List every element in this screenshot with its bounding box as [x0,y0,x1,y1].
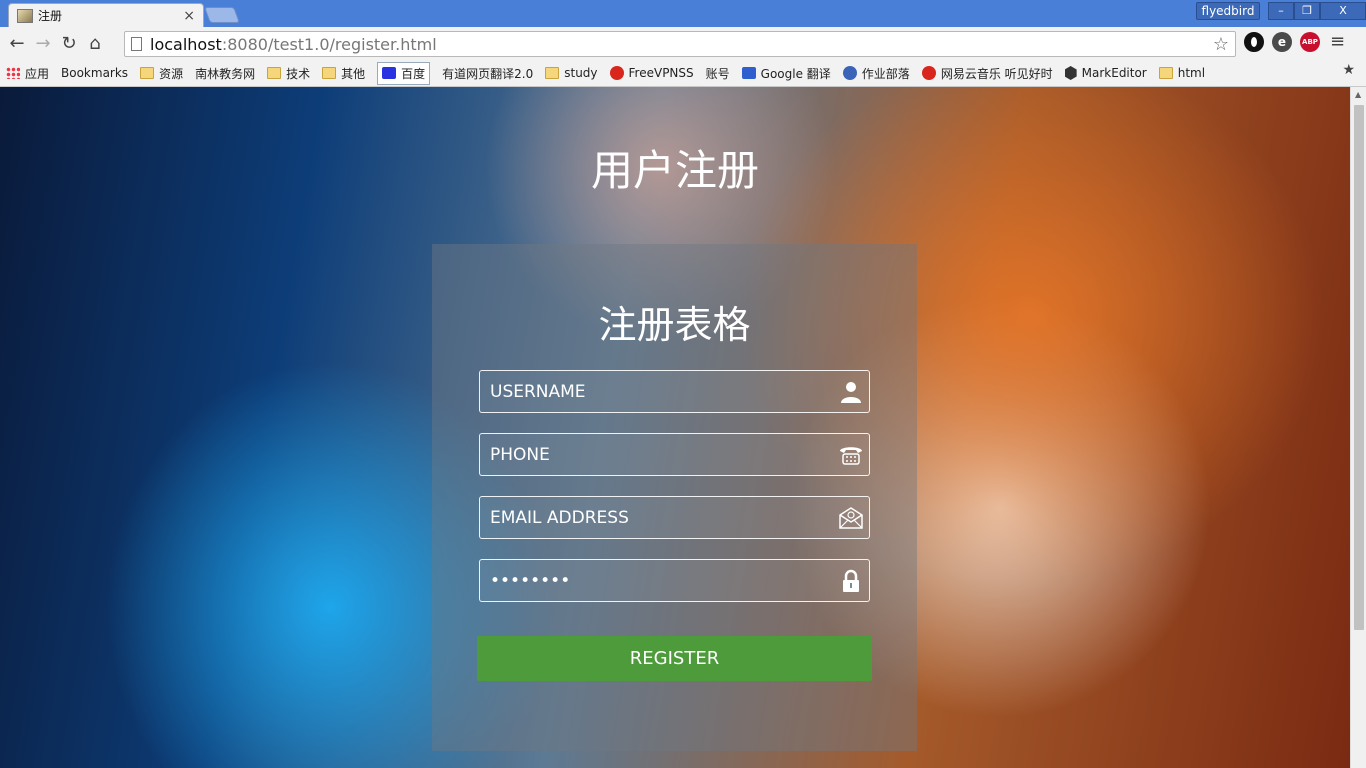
bookmark-label: 网易云音乐 听见好时 [940,66,1053,81]
page-icon [131,37,142,51]
bookmark-folder-resources[interactable]: 资源 [140,65,183,82]
bookmark-label: 百度 [401,66,426,81]
back-button[interactable]: ← [4,31,30,57]
tab-title: 注册 [38,9,63,23]
url-host: localhost [150,34,222,54]
register-form: 注册表格 USERNAME PHONE EMAIL ADDRESS ••••••… [432,244,917,751]
lock-icon [839,569,863,593]
bookmark-markeditor[interactable]: MarkEditor [1064,66,1147,80]
bookmark-label: 应用 [25,66,50,81]
freevpnss-icon [609,66,624,80]
bookmark-bookmarks[interactable]: ★ Bookmarks [61,62,1355,80]
profile-button[interactable]: flyedbird [1196,2,1260,20]
user-icon [839,380,863,404]
bookmark-youdao[interactable]: 有道网页翻译2.0 [0,65,534,160]
tab-register[interactable]: 注册 × [8,3,204,27]
zuoyebuluo-icon [842,66,857,80]
password-value: •••••••• [490,570,571,591]
bookmark-label: html [1177,66,1206,80]
folder-icon [1158,67,1173,79]
form-title: 注册表格 [598,303,751,347]
bookmark-netease-music[interactable]: 网易云音乐 听见好时 [921,65,1053,82]
scrollbar-thumb[interactable] [1354,105,1364,630]
bookmark-label: study [564,66,598,80]
page-title: 用户注册 [590,146,759,195]
bookmark-folder-study[interactable]: study [545,66,598,80]
username-placeholder: USERNAME [490,381,586,402]
bookmark-zuoyebuluo[interactable]: 作业部落 [842,65,910,82]
forward-button[interactable]: → [30,31,56,57]
bookmark-label: 南林教务网 [195,66,256,81]
adblock-plus-icon[interactable]: ABP [1300,31,1320,52]
page-content: 用户注册 注册表格 USERNAME PHONE EMAIL ADDRESS •… [0,87,1350,768]
apps-icon [6,67,20,79]
bookmark-google-translate[interactable]: Google 翻译 [741,65,831,82]
bookmark-label: Bookmarks [61,66,129,80]
bookmark-folder-other[interactable]: 其他 [322,65,365,82]
scroll-up-arrow-icon[interactable]: ▲ [1355,90,1361,99]
bookmark-label: 有道网页翻译2.0 [442,66,534,81]
new-tab-button[interactable] [204,7,240,23]
close-window-button[interactable]: X [1320,2,1366,20]
extension-icons: e ABP ≡ [1244,31,1345,52]
bookmark-folder-tech[interactable]: 技术 [267,65,310,82]
reload-button[interactable]: ↻ [56,31,82,57]
minimize-button[interactable]: – [1268,2,1294,20]
email-placeholder: EMAIL ADDRESS [490,507,629,528]
register-button[interactable]: REGISTER [477,636,872,681]
title-bar: 注册 × flyedbird – ❐ X [0,0,1366,27]
e-icon[interactable]: e [1272,31,1292,52]
window-controls: – ❐ X [1268,2,1366,20]
bookmark-label: 资源 [159,66,184,81]
bookmark-apps[interactable]: 应用 [6,65,49,82]
email-input[interactable]: EMAIL ADDRESS [479,496,870,539]
url-path: :8080/test1.0/register.html [221,34,437,54]
folder-icon [545,67,560,79]
vertical-scrollbar[interactable]: ▲ [1350,87,1366,768]
bookmark-account[interactable]: 账号 [0,65,730,160]
phone-placeholder: PHONE [490,444,550,465]
bookmark-freevpnss[interactable]: FreeVPNSS [609,66,694,80]
tab-close-icon[interactable]: × [183,8,195,24]
bookmarks-bar: 应用 ★ Bookmarks 资源 南林教务网 技术 其他 百度 有道网页翻译2.… [0,60,1366,160]
phone-input[interactable]: PHONE [479,433,870,476]
bookmark-label: MarkEditor [1081,66,1147,80]
bookmark-label: 作业部落 [861,66,910,81]
star-icon: ★ [1342,62,1355,78]
bookmark-label: FreeVPNSS [628,66,694,80]
menu-icon[interactable]: ≡ [1330,31,1345,52]
opera-icon[interactable] [1244,31,1264,52]
phone-icon [839,443,863,467]
bookmark-label: 技术 [286,66,311,81]
bookmark-baidu[interactable]: 百度 [377,61,431,85]
browser-toolbar: ← → ↻ ⌂ localhost:8080/test1.0/register.… [0,27,1366,60]
email-icon [839,506,863,530]
home-button[interactable]: ⌂ [82,31,108,57]
bookmark-nanlin-academic[interactable]: 南林教务网 [0,65,256,160]
favicon-icon [17,8,33,23]
bookmark-folder-html[interactable]: html [1158,66,1206,80]
address-bar[interactable]: localhost:8080/test1.0/register.html ☆ [124,31,1236,57]
restore-button[interactable]: ❐ [1294,2,1320,20]
baidu-paw-icon [382,67,397,79]
markeditor-icon [1064,66,1077,80]
google-translate-icon [741,67,756,79]
bookmark-star-icon[interactable]: ☆ [1213,34,1229,55]
bookmark-label: 账号 [705,66,730,81]
folder-icon [322,67,337,79]
netease-music-icon [921,66,936,80]
bookmark-label: Google 翻译 [760,66,831,81]
folder-icon [267,67,282,79]
folder-icon [140,67,155,79]
username-input[interactable]: USERNAME [479,370,870,413]
bookmark-label: 其他 [341,66,366,81]
password-input[interactable]: •••••••• [479,559,870,602]
